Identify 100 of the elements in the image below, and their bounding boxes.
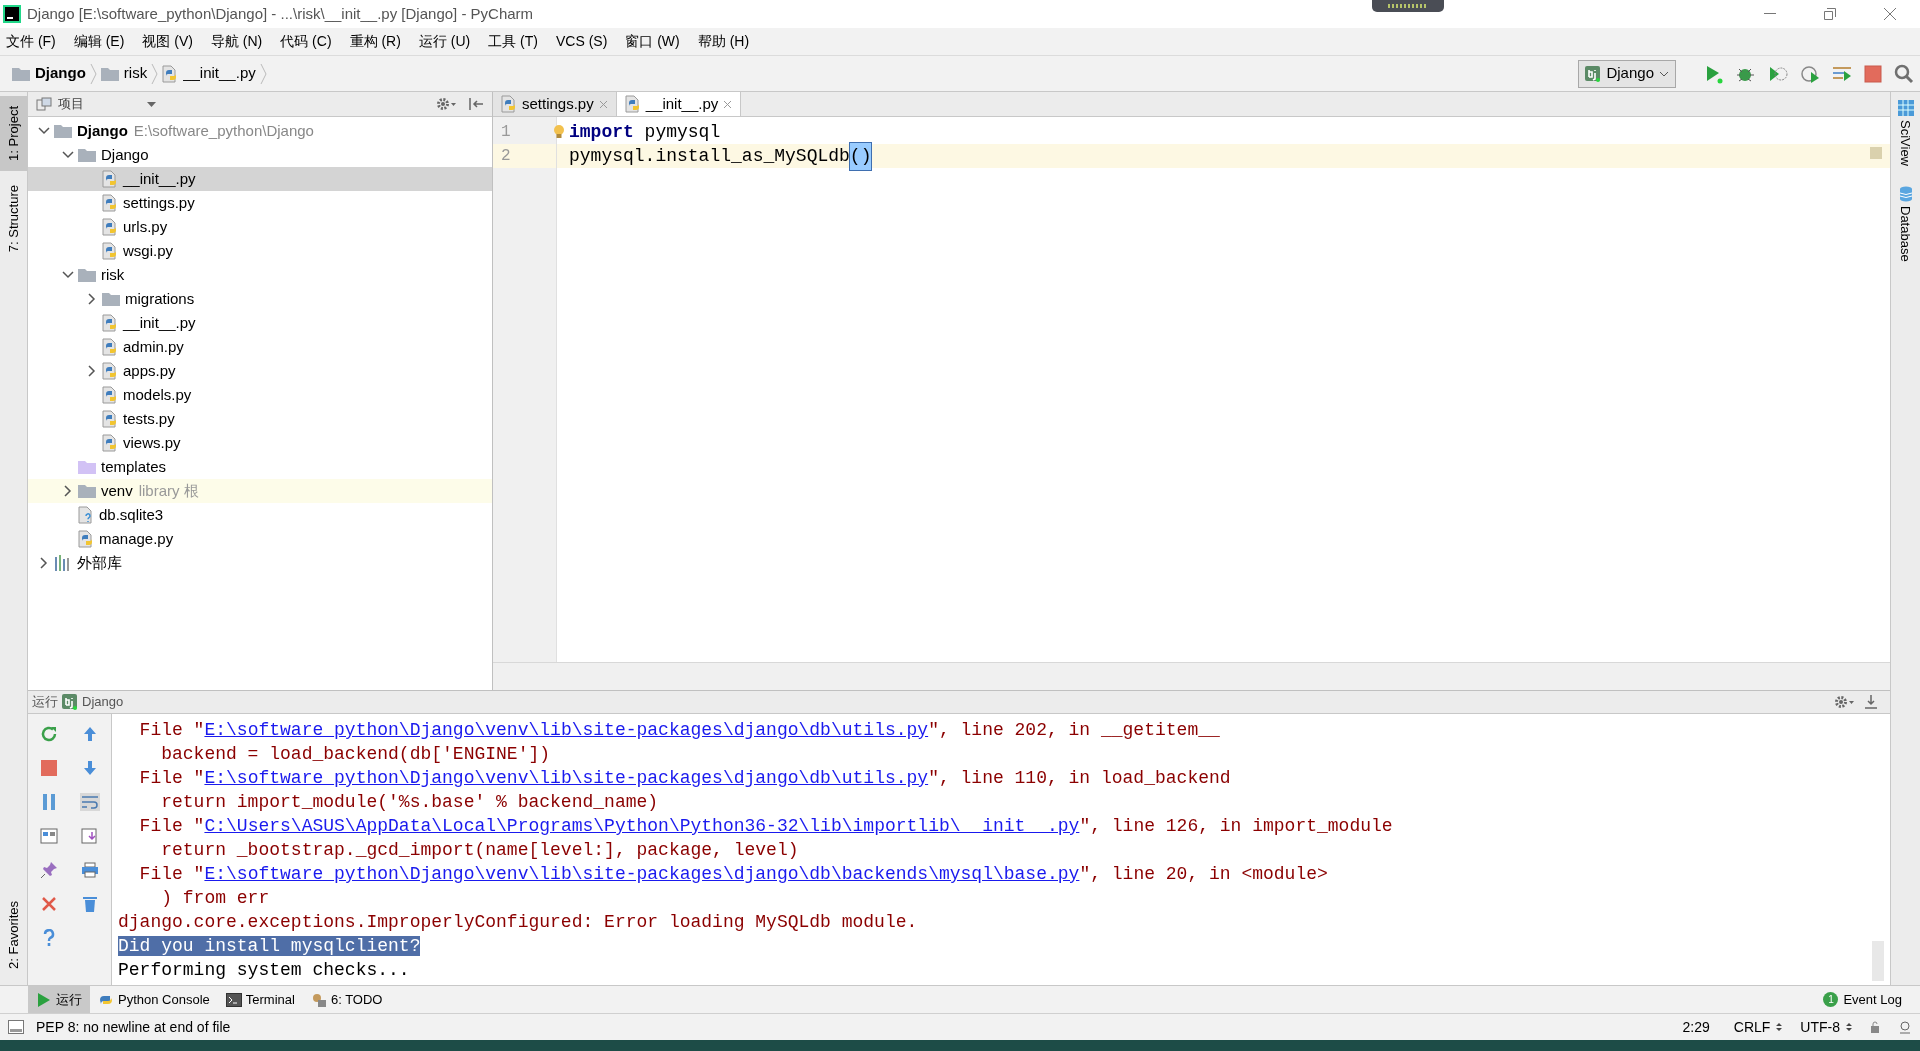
run-config-dropdown[interactable]: Django: [1578, 59, 1676, 88]
soft-wrap-button[interactable]: [80, 790, 101, 814]
tree-item[interactable]: migrations: [28, 287, 492, 311]
menu-item[interactable]: 视图 (V): [140, 31, 195, 52]
tool-window-button[interactable]: Terminal: [217, 986, 303, 1013]
tree-item[interactable]: tests.py: [28, 407, 492, 431]
tree-item[interactable]: risk: [28, 263, 492, 287]
minimize-panel-icon: [1864, 694, 1878, 710]
breadcrumb-item[interactable]: __init__.py: [162, 62, 256, 85]
file-link[interactable]: E:\software_python\Django\venv\lib\site-packages\django\db\backends\mysql\base.py: [204, 864, 1080, 884]
python-file-icon: [162, 64, 179, 83]
folder-icon: [78, 484, 96, 498]
chevron-right-icon[interactable]: [40, 557, 48, 569]
tree-item[interactable]: wsgi.py: [28, 239, 492, 263]
tool-window-button[interactable]: 6: TODO: [302, 986, 391, 1013]
tree-item[interactable]: apps.py: [28, 359, 492, 383]
cursor-position[interactable]: 2:29: [1682, 1016, 1710, 1038]
encoding[interactable]: UTF-8: [1800, 1016, 1840, 1038]
tree-item[interactable]: models.py: [28, 383, 492, 407]
chevron-down-icon[interactable]: [62, 151, 74, 159]
tree-item[interactable]: Django: [28, 143, 492, 167]
python-file-icon: [102, 194, 118, 212]
tree-item[interactable]: __init__.py: [28, 167, 492, 191]
breadcrumb-item[interactable]: risk: [100, 62, 148, 85]
menu-item[interactable]: 窗口 (W): [623, 31, 682, 52]
panel-toggle-icon[interactable]: [8, 1020, 24, 1034]
tree-label: venv: [101, 480, 133, 501]
close-icon[interactable]: [598, 99, 608, 109]
arrow-down-icon: [82, 759, 99, 777]
tree-item[interactable]: templates: [28, 455, 492, 479]
settings-button[interactable]: [1834, 695, 1854, 709]
chevron-right-icon[interactable]: [88, 293, 96, 305]
menu-item[interactable]: 帮助 (H): [695, 31, 752, 52]
tool-window-tab[interactable]: 7: Structure: [0, 174, 27, 263]
tree-item[interactable]: db.sqlite3: [28, 503, 492, 527]
inspection-marker[interactable]: [1870, 147, 1882, 159]
tree-item[interactable]: settings.py: [28, 191, 492, 215]
python-file-icon: [102, 410, 118, 428]
menu-item[interactable]: 代码 (C): [278, 31, 334, 52]
menu-item[interactable]: VCS (S): [553, 31, 610, 52]
tool-window-button[interactable]: 运行: [28, 986, 90, 1013]
library-icon: [54, 555, 72, 571]
chevron-down-icon: [1659, 70, 1669, 77]
tree-item[interactable]: views.py: [28, 431, 492, 455]
menu-item[interactable]: 导航 (N): [208, 31, 265, 52]
inspector-icon[interactable]: [1898, 1020, 1912, 1034]
settings-button[interactable]: [436, 97, 456, 111]
tree-item[interactable]: 外部库: [28, 551, 492, 575]
menu-item[interactable]: 工具 (T): [486, 31, 540, 52]
tree-item[interactable]: admin.py: [28, 335, 492, 359]
tree-label: manage.py: [99, 528, 174, 549]
lock-icon[interactable]: [1870, 1021, 1880, 1033]
menu-item[interactable]: 文件 (F): [4, 31, 58, 52]
file-link[interactable]: C:\Users\ASUS\AppData\Local\Programs\Python\Python36-32\lib\importlib\__init__.py: [204, 816, 1080, 836]
editor-tab[interactable]: settings.py: [493, 92, 617, 116]
tree-item[interactable]: urls.py: [28, 215, 492, 239]
tree-item[interactable]: Django E:\software_python\Django: [28, 119, 492, 143]
python-file-icon: [501, 95, 517, 113]
tool-window-tab[interactable]: SciView: [1895, 100, 1916, 166]
tool-window-tab[interactable]: 1: Project: [0, 96, 27, 171]
run-button[interactable]: [1704, 63, 1724, 84]
tree-item[interactable]: manage.py: [28, 527, 492, 551]
tree-item[interactable]: venv library 根: [28, 479, 492, 503]
run-tab[interactable]: Django: [62, 692, 124, 712]
event-log-button[interactable]: 1 Event Log: [1823, 989, 1902, 1010]
close-icon: [1884, 8, 1896, 20]
tool-window-tab[interactable]: 2: Favorites: [0, 891, 27, 979]
menu-item[interactable]: 重构 (R): [347, 31, 403, 52]
rerun-icon: [39, 725, 58, 743]
search-button[interactable]: [1894, 63, 1914, 84]
chevron-down-icon[interactable]: [62, 271, 74, 279]
file-link[interactable]: E:\software_python\Django\venv\lib\site-packages\django\db\utils.py: [204, 768, 929, 788]
line-separator[interactable]: CRLF: [1733, 1016, 1771, 1038]
tree-item[interactable]: __init__.py: [28, 311, 492, 335]
todo-icon: [310, 991, 327, 1008]
search-icon: [1894, 63, 1914, 84]
folder-icon: [78, 148, 96, 162]
tool-window-button[interactable]: Python Console: [90, 986, 218, 1013]
menu-item[interactable]: 运行 (U): [416, 31, 473, 52]
project-view-icon: [36, 97, 52, 111]
close-icon[interactable]: [723, 99, 733, 109]
breadcrumb-item[interactable]: Django: [12, 62, 86, 85]
chevron-right-icon[interactable]: [64, 485, 72, 497]
chevron-down-icon[interactable]: [38, 127, 50, 135]
close-icon: [40, 896, 57, 912]
chevron-right-icon[interactable]: [88, 365, 96, 377]
menu-item[interactable]: 编辑 (E): [71, 31, 127, 52]
tool-window-tab[interactable]: Database: [1895, 186, 1916, 262]
profile-button[interactable]: [1800, 63, 1820, 84]
lightbulb-icon[interactable]: [553, 124, 565, 140]
stop-button[interactable]: [1864, 64, 1882, 83]
collapse-button[interactable]: [468, 97, 484, 111]
file-link[interactable]: E:\software_python\Django\venv\lib\site-packages\django\db\utils.py: [204, 720, 929, 740]
database-icon: [1898, 186, 1913, 202]
stop-icon: [1864, 64, 1882, 83]
hide-button[interactable]: [1864, 694, 1878, 710]
notification-badge: 1: [1823, 992, 1839, 1007]
breadcrumb-separator-icon: [151, 62, 159, 85]
console-line: ) from err: [160, 887, 271, 910]
editor-tab[interactable]: __init__.py: [616, 92, 742, 116]
